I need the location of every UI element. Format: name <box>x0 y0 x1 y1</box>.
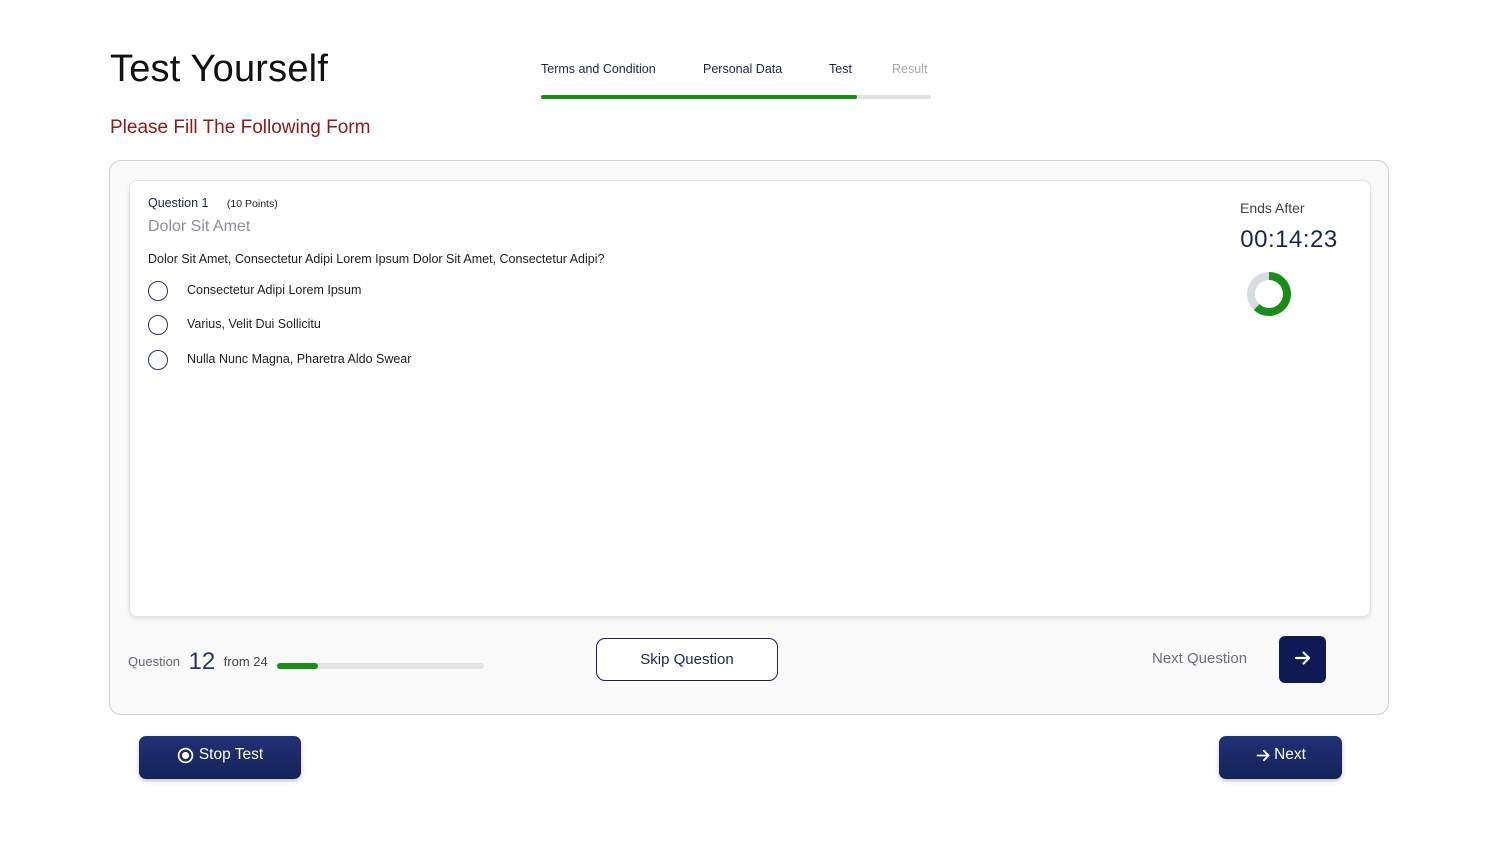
step-result: Result <box>892 62 928 76</box>
question-progress-fill <box>277 663 319 669</box>
timer-value: 00:14:23 <box>1240 226 1338 253</box>
timer-label: Ends After <box>1240 200 1305 216</box>
stepper-progress-track <box>541 95 931 99</box>
progress-stepper: Terms and Condition Personal Data Test R… <box>541 62 931 102</box>
answer-option-label: Varius, Velit Dui Sollicitu <box>187 317 321 331</box>
page-title: Test Yourself <box>110 48 329 90</box>
answer-option-label: Nulla Nunc Magna, Pharetra Aldo Swear <box>187 352 412 366</box>
test-page: Test Yourself Please Fill The Following … <box>0 0 1500 844</box>
form-subtitle: Please Fill The Following Form <box>110 117 371 138</box>
test-card: Question 1 (10 Points) Dolor Sit Amet Do… <box>109 160 1389 715</box>
stepper-progress-fill <box>541 95 857 99</box>
countdown-timer: Ends After 00:14:23 <box>1234 200 1344 316</box>
current-question-number: 12 <box>188 648 216 675</box>
radio-button[interactable] <box>148 350 168 370</box>
radio-button[interactable] <box>148 281 168 301</box>
next-question-button[interactable] <box>1279 636 1326 683</box>
question-text: Dolor Sit Amet, Consectetur Adipi Lorem … <box>148 252 605 266</box>
step-test[interactable]: Test <box>829 62 852 76</box>
step-personal-data[interactable]: Personal Data <box>703 62 782 76</box>
stop-test-button[interactable]: Stop Test <box>139 736 301 779</box>
next-label: Next <box>1274 746 1306 764</box>
timer-ring <box>1247 272 1291 316</box>
step-terms-and-condition[interactable]: Terms and Condition <box>541 62 656 76</box>
answer-option-label: Consectetur Adipi Lorem Ipsum <box>187 283 362 297</box>
total-questions: from 24 <box>223 654 268 669</box>
stop-test-label: Stop Test <box>198 746 264 764</box>
radio-button[interactable] <box>148 315 168 335</box>
question-topic: Dolor Sit Amet <box>148 218 251 235</box>
skip-question-button[interactable]: Skip Question <box>596 638 778 681</box>
arrow-right-icon <box>1294 651 1310 665</box>
question-progress-label: Question <box>128 654 181 669</box>
question-card: Question 1 (10 Points) Dolor Sit Amet Do… <box>129 180 1371 617</box>
question-points: (10 Points) <box>226 198 278 210</box>
question-number: Question 1 <box>148 196 209 210</box>
question-progress-bar <box>277 663 484 669</box>
arrow-right-icon <box>1256 749 1270 761</box>
question-header: Question 1 (10 Points) <box>148 194 278 212</box>
stop-circle-icon <box>177 747 194 763</box>
question-progress: Question 12 from 24 <box>128 648 268 676</box>
next-button[interactable]: Next <box>1219 736 1342 779</box>
next-question-label: Next Question <box>1152 650 1248 667</box>
